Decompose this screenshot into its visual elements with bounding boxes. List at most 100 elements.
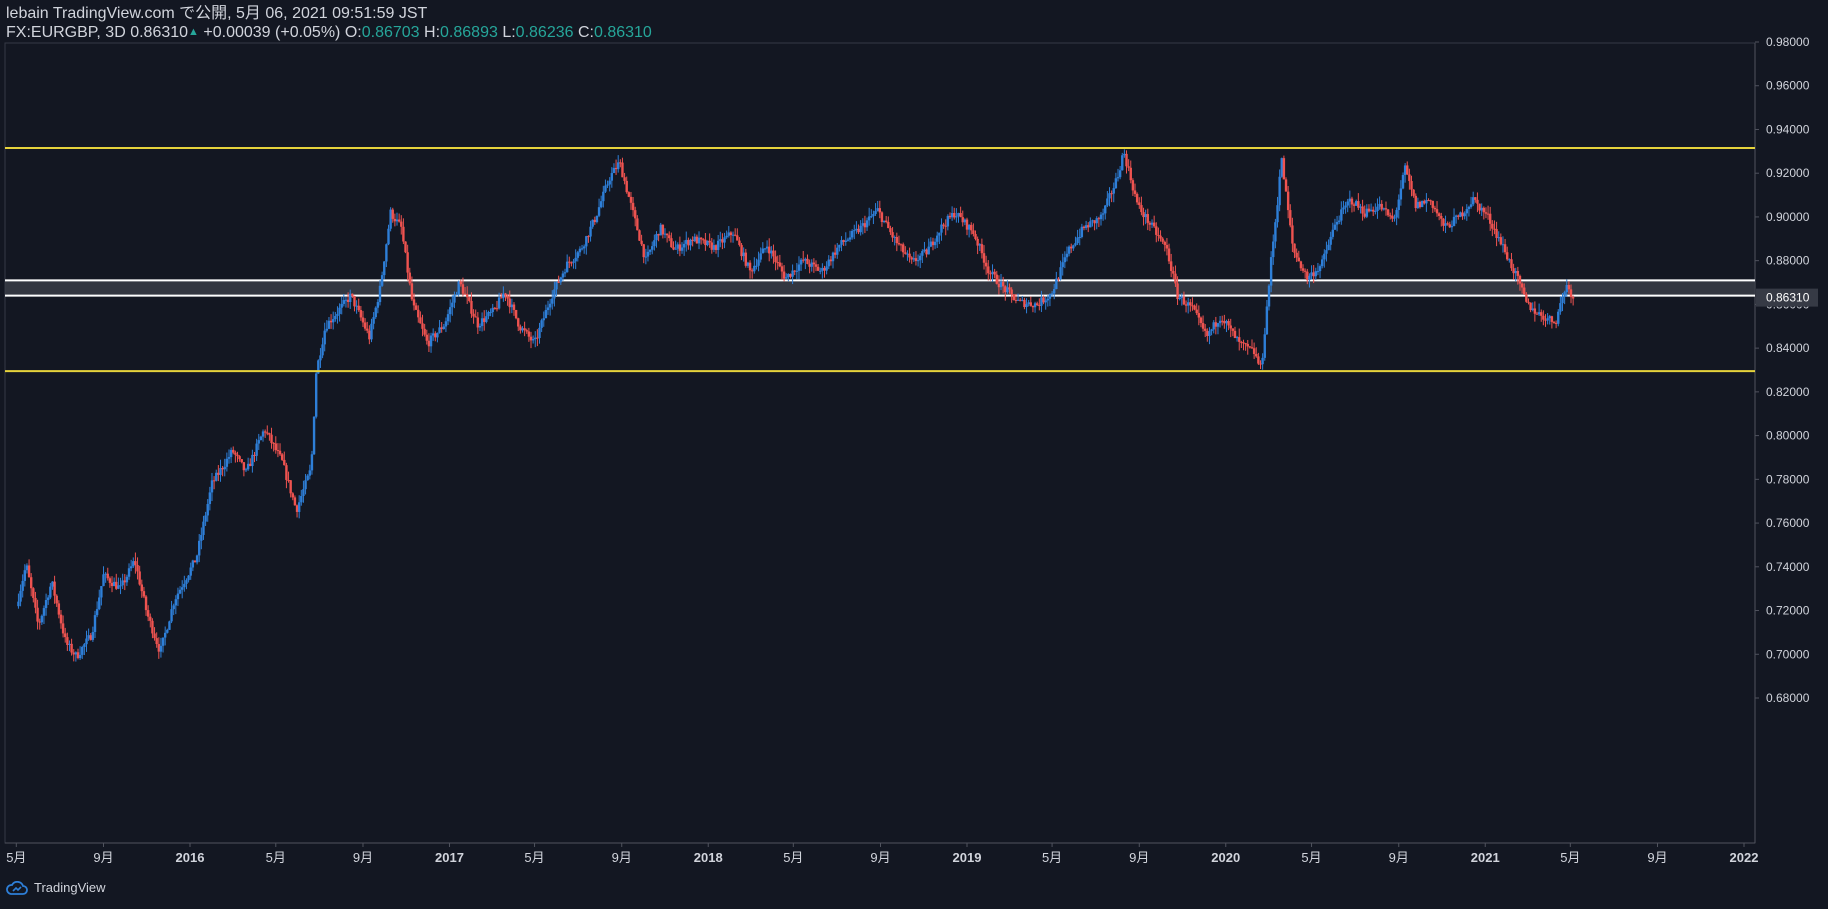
candle-down [519,326,522,331]
candle-down [914,258,918,261]
price-tick-label: 0.84000 [1766,341,1810,355]
symbol-label[interactable]: FX:EURGBP, 3D [6,24,126,41]
candle-down [1516,270,1520,276]
candle-up [853,230,856,232]
candle-up [1469,204,1473,207]
candle-down [772,250,775,257]
candle-down [142,591,146,597]
candle-down [1540,312,1543,316]
candle-up [387,228,390,245]
candle-down [1250,347,1254,349]
candle-up [251,454,254,467]
candle-down [889,228,892,233]
candle-up [49,586,52,598]
candle-up [1006,287,1009,293]
time-tick-label: 2020 [1211,850,1240,865]
candle-up [1101,213,1105,215]
candle-down [1093,220,1096,224]
candle-up [338,307,341,314]
candle-down [1242,342,1245,344]
candle-up [957,212,960,217]
candle-up [674,248,677,250]
candle-down [997,283,1001,288]
candle-up [1316,271,1320,273]
candle-down [504,293,507,296]
candle-up [1212,322,1215,330]
candle-up [349,293,352,303]
candle-up [314,373,318,417]
candle-up [1089,221,1092,228]
candle-down [1414,195,1417,209]
candle-down [857,228,860,233]
candle-down [1082,226,1086,229]
candle-up [1342,207,1345,210]
candle-up [927,246,930,255]
candle-up [606,184,609,186]
candle-down [987,266,990,274]
candle-down [778,262,782,267]
candle-down [1035,303,1039,306]
candle-down [636,218,639,231]
candle-up [1180,296,1184,298]
candle-down [670,238,673,248]
candle-up [797,264,801,271]
candle-down [1133,190,1137,194]
candle-up [1401,174,1405,189]
candle-up [1114,178,1118,189]
candle-up [98,597,101,610]
candle-up [395,219,399,222]
candle-down [232,449,235,453]
candle-down [289,480,292,494]
candle-down [517,318,520,327]
candle-up [742,252,745,257]
candle-down [1155,226,1158,235]
candle-down [1442,218,1445,226]
candle-down [61,623,65,634]
candle-down [27,565,31,578]
candle-down [212,480,216,482]
candle-down [253,454,256,456]
candle-up [840,240,843,245]
candle-up [534,337,537,340]
candle-up [1331,229,1335,237]
candle-up [608,180,611,185]
candle-up [223,466,226,470]
candle-up [933,241,937,246]
candle-down [1448,224,1451,228]
candle-down [695,236,699,244]
candle-up [1369,209,1373,212]
candle-up [225,458,229,467]
candle-down [1042,297,1045,303]
candle-down [1182,296,1186,305]
candle-up [1320,259,1324,267]
candle-up [1276,205,1279,223]
candle-up [187,575,190,581]
candle-down [1552,321,1556,323]
candle-down [272,442,275,444]
candle-down [1493,228,1496,230]
candle-down [993,271,996,275]
candle-down [953,212,956,218]
candle-up [644,256,648,258]
candle-down [808,263,811,267]
candle-down [1350,198,1354,205]
candle-up [189,567,192,576]
candle-down [623,177,626,181]
candle-up [1210,329,1213,332]
candle-up [129,566,133,569]
candle-up [487,312,490,317]
candle-down [55,595,58,604]
tradingview-logo[interactable]: TradingView [6,880,106,895]
candle-up [950,212,954,218]
candle-up [946,215,950,227]
candle-down [816,266,820,271]
candle-up [355,305,358,307]
candle-down [802,259,805,261]
price-chart[interactable]: 0.98000 0.96000 0.94000 0.92000 0.90000 0.880… [0,0,1828,909]
candle-down [1440,215,1443,219]
candle-up [1374,210,1377,212]
candle-down [400,221,403,227]
consolidation-zone[interactable] [5,279,1755,297]
candle-down [1571,297,1575,299]
candle-down [1429,200,1432,202]
